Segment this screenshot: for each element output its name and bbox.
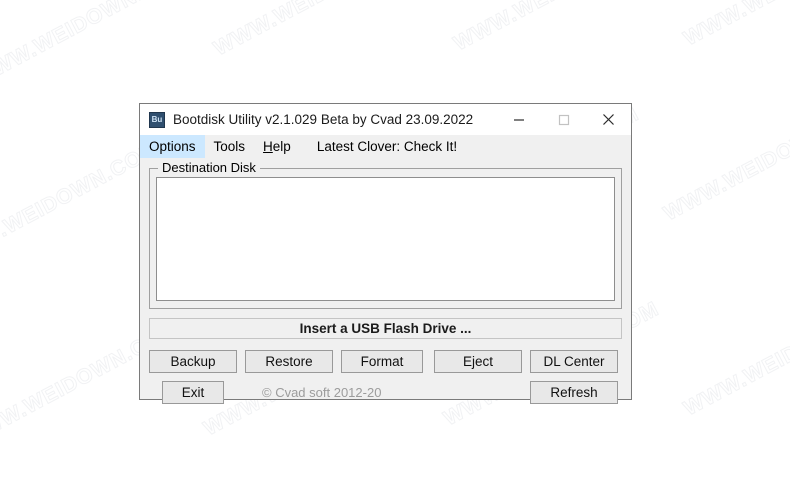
copyright-notice: © Cvad soft 2012-20 [262, 385, 382, 400]
close-icon [603, 114, 614, 125]
backup-button[interactable]: Backup [149, 350, 237, 373]
minimize-icon [513, 118, 524, 121]
menu-item-help-label: Help [263, 139, 291, 154]
destination-disk-group: Destination Disk [149, 160, 622, 309]
destination-disk-label: Destination Disk [158, 160, 260, 175]
watermark-text: WWW.WEIDOWN.COM [449, 0, 673, 56]
status-message: Insert a USB Flash Drive ... [149, 318, 622, 339]
watermark-text: WWW.WEIDOWN.COM [679, 287, 790, 421]
menu-item-help-accel: H [263, 139, 273, 154]
primary-button-row: Backup Restore Format Eject DL Center [149, 350, 622, 373]
eject-button[interactable]: Eject [434, 350, 522, 373]
menu-item-help-rest: elp [272, 139, 291, 154]
menu-bar: Options Tools Help Latest Clover: Check … [140, 135, 631, 158]
watermark-text: WWW.WEIDOWN.COM [659, 92, 790, 226]
client-area: Destination Disk Insert a USB Flash Driv… [140, 160, 631, 404]
menu-item-options[interactable]: Options [140, 135, 205, 158]
watermark-text: WWW.WEIDOWN.COM [209, 0, 433, 61]
maximize-icon [558, 114, 569, 125]
menu-item-latest-clover-label: Latest Clover: Check It! [316, 139, 458, 154]
maximize-button[interactable] [541, 104, 586, 135]
menu-item-help[interactable]: Help [254, 135, 300, 158]
destination-disk-list[interactable] [156, 177, 615, 301]
menu-item-tools-label: Tools [213, 139, 246, 154]
title-bar[interactable]: Bu Bootdisk Utility v2.1.029 Beta by Cva… [140, 104, 631, 135]
secondary-button-row: Exit © Cvad soft 2012-20 Refresh [149, 381, 622, 404]
menu-item-latest-clover[interactable]: Latest Clover: Check It! [308, 135, 466, 158]
restore-button[interactable]: Restore [245, 350, 333, 373]
format-button[interactable]: Format [341, 350, 423, 373]
minimize-button[interactable] [496, 104, 541, 135]
dl-center-button[interactable]: DL Center [530, 350, 618, 373]
refresh-button[interactable]: Refresh [530, 381, 618, 404]
bootdisk-utility-app-icon: Bu [149, 111, 165, 128]
exit-button[interactable]: Exit [162, 381, 224, 404]
window-title: Bootdisk Utility v2.1.029 Beta by Cvad 2… [173, 112, 474, 127]
application-window: Bu Bootdisk Utility v2.1.029 Beta by Cva… [139, 103, 632, 404]
watermark-text: WWW.WEIDOWN.COM [0, 0, 193, 91]
menu-item-options-label: Options [149, 139, 196, 154]
watermark-text: WWW.WEIDOWN.COM [679, 0, 790, 51]
close-button[interactable] [586, 104, 631, 135]
menu-item-tools[interactable]: Tools [205, 135, 255, 158]
